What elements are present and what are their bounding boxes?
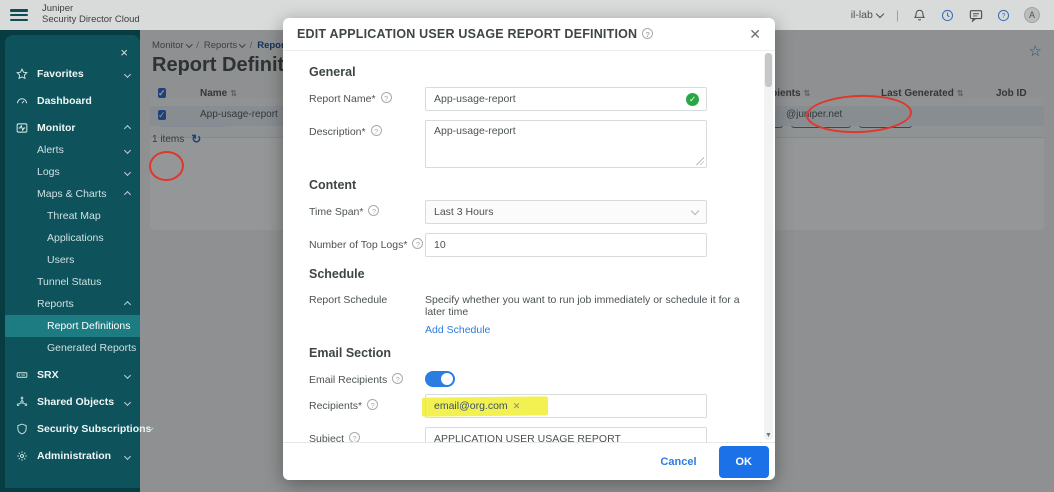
sidebar-item-favorites[interactable]: Favorites xyxy=(5,63,140,85)
recipient-chip: email@org.com ✕ xyxy=(434,400,520,412)
cancel-button[interactable]: Cancel xyxy=(660,456,696,468)
help-icon[interactable]: ? xyxy=(996,8,1011,23)
help-icon[interactable]: ? xyxy=(642,28,653,39)
shared-objects-icon xyxy=(15,395,29,409)
sidebar-item-applications[interactable]: Applications xyxy=(5,227,140,249)
modal-footer: Cancel OK xyxy=(283,442,775,480)
sidebar-item-srx[interactable]: SRX xyxy=(5,364,140,386)
sidebar-item-monitor[interactable]: Monitor xyxy=(5,117,140,139)
help-icon[interactable]: ? xyxy=(412,238,423,249)
report-schedule-label: Report Schedule xyxy=(309,289,425,306)
modal-scrollbar[interactable]: ▼ xyxy=(764,53,773,440)
subject-input[interactable]: APPLICATION USER USAGE REPORT xyxy=(425,427,707,442)
sidebar-item-shared-objects[interactable]: Shared Objects xyxy=(5,391,140,413)
chevron-up-icon xyxy=(124,190,131,197)
feedback-chat-icon[interactable] xyxy=(968,8,983,23)
sidebar-item-report-definitions[interactable]: Report Definitions xyxy=(5,315,140,337)
top-logs-input[interactable]: 10 xyxy=(425,233,707,257)
chevron-down-icon xyxy=(124,371,131,378)
modal-header: EDIT APPLICATION USER USAGE REPORT DEFIN… xyxy=(283,18,775,50)
user-avatar[interactable]: A xyxy=(1024,7,1040,23)
resize-handle[interactable] xyxy=(696,157,704,165)
sidebar-item-logs[interactable]: Logs xyxy=(5,161,140,183)
header-divider: | xyxy=(896,8,899,22)
help-icon[interactable]: ? xyxy=(381,92,392,103)
scrollbar-down-arrow[interactable]: ▼ xyxy=(764,432,773,439)
shield-icon xyxy=(15,422,29,436)
app-logo: Juniper Security Director Cloud xyxy=(42,4,140,26)
dashboard-gauge-icon xyxy=(15,94,29,108)
sidebar-item-administration[interactable]: Administration xyxy=(5,445,140,467)
hamburger-menu-icon[interactable] xyxy=(10,9,28,21)
help-icon[interactable]: ? xyxy=(371,125,382,136)
sidebar-item-tunnel-status[interactable]: Tunnel Status xyxy=(5,271,140,293)
help-icon[interactable]: ? xyxy=(392,373,403,384)
sidebar-item-reports[interactable]: Reports xyxy=(5,293,140,315)
scrollbar-thumb[interactable] xyxy=(765,53,772,87)
section-general: General xyxy=(309,65,749,79)
valid-check-icon: ✓ xyxy=(686,93,699,106)
sidebar-nav: × Favorites Dashboard Monitor Alerts Log… xyxy=(5,35,140,488)
clock-history-icon[interactable] xyxy=(940,8,955,23)
recipients-label: Recipients*? xyxy=(309,394,425,412)
close-icon[interactable]: ✕ xyxy=(749,26,761,43)
edit-report-definition-modal: EDIT APPLICATION USER USAGE REPORT DEFIN… xyxy=(283,18,775,480)
top-logs-label: Number of Top Logs*? xyxy=(309,233,425,251)
email-recipients-toggle[interactable] xyxy=(425,371,455,387)
section-schedule: Schedule xyxy=(309,267,749,281)
chevron-down-icon xyxy=(124,146,131,153)
ok-button[interactable]: OK xyxy=(719,446,770,478)
recipients-input[interactable]: email@org.com ✕ xyxy=(425,394,707,418)
description-textarea[interactable]: App-usage-report xyxy=(425,120,707,168)
section-content: Content xyxy=(309,178,749,192)
report-schedule-text: Specify whether you want to run job imme… xyxy=(425,289,749,318)
monitor-activity-icon xyxy=(15,121,29,135)
help-icon[interactable]: ? xyxy=(349,432,360,442)
modal-body: General Report Name*? App-usage-report ✓… xyxy=(283,50,775,442)
sidebar-item-generated-reports[interactable]: Generated Reports xyxy=(5,337,140,359)
report-name-input[interactable]: App-usage-report ✓ xyxy=(425,87,707,111)
gear-icon xyxy=(15,449,29,463)
star-icon xyxy=(15,67,29,81)
sidebar-item-dashboard[interactable]: Dashboard xyxy=(5,90,140,112)
srx-device-icon xyxy=(15,368,29,382)
chevron-down-icon xyxy=(124,398,131,405)
sidebar-item-threat-map[interactable]: Threat Map xyxy=(5,205,140,227)
notifications-bell-icon[interactable] xyxy=(912,8,927,23)
chevron-down-icon xyxy=(124,70,131,77)
sidebar-close-icon[interactable]: × xyxy=(120,45,128,60)
time-span-label: Time Span*? xyxy=(309,200,425,218)
modal-title: EDIT APPLICATION USER USAGE REPORT DEFIN… xyxy=(297,27,653,41)
sidebar-item-security-subscriptions[interactable]: Security Subscriptions xyxy=(5,418,140,440)
sidebar-item-alerts[interactable]: Alerts xyxy=(5,139,140,161)
chevron-down-icon xyxy=(124,168,131,175)
chevron-down-icon xyxy=(691,206,699,214)
subject-label: Subject? xyxy=(309,427,425,442)
time-span-select[interactable]: Last 3 Hours xyxy=(425,200,707,224)
sidebar-item-users[interactable]: Users xyxy=(5,249,140,271)
svg-text:?: ? xyxy=(1002,12,1006,19)
chevron-up-icon xyxy=(124,124,131,131)
help-icon[interactable]: ? xyxy=(368,205,379,216)
chevron-up-icon xyxy=(124,300,131,307)
sidebar-item-maps-charts[interactable]: Maps & Charts xyxy=(5,183,140,205)
chevron-down-icon xyxy=(876,9,884,17)
report-name-label: Report Name*? xyxy=(309,87,425,105)
remove-recipient-icon[interactable]: ✕ xyxy=(513,401,521,412)
help-icon[interactable]: ? xyxy=(367,399,378,410)
chevron-down-icon xyxy=(124,452,131,459)
tenant-selector[interactable]: il-lab xyxy=(851,9,883,21)
email-recipients-label: Email Recipients? xyxy=(309,368,425,386)
section-email: Email Section xyxy=(309,346,749,360)
description-label: Description*? xyxy=(309,120,425,138)
add-schedule-link[interactable]: Add Schedule xyxy=(425,322,490,336)
logo-line2: Security Director Cloud xyxy=(42,15,140,26)
